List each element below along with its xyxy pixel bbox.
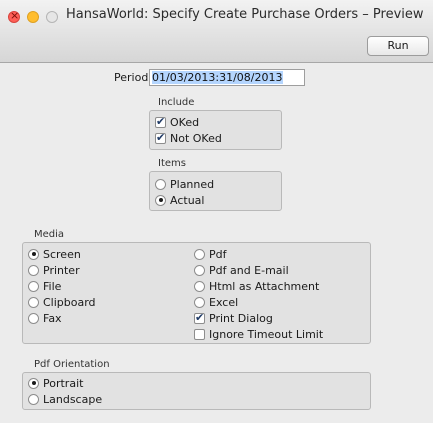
oked-checkbox[interactable] xyxy=(155,115,166,128)
oked-label: OKed xyxy=(170,115,200,129)
window-title: HansaWorld: Specify Create Purchase Orde… xyxy=(66,7,424,22)
ignore-timeout-checkbox[interactable] xyxy=(194,328,205,340)
landscape-radio[interactable] xyxy=(28,393,39,405)
not-oked-checkbox[interactable] xyxy=(155,131,166,144)
pdf-email-radio[interactable] xyxy=(194,264,205,276)
fax-radio[interactable] xyxy=(28,312,39,324)
pdf-label: Pdf xyxy=(209,247,227,261)
window-titlebar: HansaWorld: Specify Create Purchase Orde… xyxy=(0,0,433,63)
printer-radio[interactable] xyxy=(28,264,39,276)
media-screen-option[interactable]: Screen xyxy=(28,247,81,261)
pdf-radio[interactable] xyxy=(194,248,205,260)
include-group-title: Include xyxy=(158,97,195,108)
media-pdf-email-option[interactable]: Pdf and E-mail xyxy=(194,263,289,277)
minimize-window-icon[interactable] xyxy=(27,11,39,23)
landscape-option[interactable]: Landscape xyxy=(28,392,102,406)
html-attachment-radio[interactable] xyxy=(194,280,205,292)
include-not-oked-option[interactable]: Not OKed xyxy=(155,131,222,145)
print-dialog-option[interactable]: Print Dialog xyxy=(194,311,273,325)
screen-radio[interactable] xyxy=(28,248,39,260)
media-html-attachment-option[interactable]: Html as Attachment xyxy=(194,279,319,293)
print-dialog-label: Print Dialog xyxy=(209,311,273,325)
media-fax-option[interactable]: Fax xyxy=(28,311,62,325)
landscape-label: Landscape xyxy=(43,392,103,406)
pdf-orientation-group-title: Pdf Orientation xyxy=(34,359,110,370)
file-radio[interactable] xyxy=(28,280,39,292)
include-oked-option[interactable]: OKed xyxy=(155,115,199,129)
portrait-label: Portrait xyxy=(43,376,84,390)
media-clipboard-option[interactable]: Clipboard xyxy=(28,295,96,309)
actual-radio[interactable] xyxy=(155,194,166,206)
not-oked-label: Not OKed xyxy=(170,131,222,145)
html-attachment-label: Html as Attachment xyxy=(209,279,320,293)
media-group-title: Media xyxy=(34,229,65,240)
period-value: 01/03/2013:31/08/2013 xyxy=(152,71,283,84)
items-group-title: Items xyxy=(158,158,186,169)
media-excel-option[interactable]: Excel xyxy=(194,295,238,309)
close-window-icon[interactable] xyxy=(8,9,20,23)
excel-radio[interactable] xyxy=(194,296,205,308)
print-dialog-checkbox[interactable] xyxy=(194,311,205,324)
portrait-radio[interactable] xyxy=(28,377,39,389)
portrait-option[interactable]: Portrait xyxy=(28,376,83,390)
actual-label: Actual xyxy=(170,193,205,207)
clipboard-radio[interactable] xyxy=(28,296,39,308)
screen-label: Screen xyxy=(43,247,81,261)
fax-label: Fax xyxy=(43,311,62,325)
period-label: Period xyxy=(114,71,149,84)
planned-label: Planned xyxy=(170,177,215,191)
maximize-window-icon[interactable] xyxy=(46,11,58,23)
media-pdf-option[interactable]: Pdf xyxy=(194,247,227,261)
ignore-timeout-label: Ignore Timeout Limit xyxy=(209,327,324,341)
printer-label: Printer xyxy=(43,263,80,277)
file-label: File xyxy=(43,279,62,293)
period-input[interactable]: 01/03/2013:31/08/2013 xyxy=(149,69,305,86)
excel-label: Excel xyxy=(209,295,239,309)
items-planned-option[interactable]: Planned xyxy=(155,177,214,191)
ignore-timeout-option[interactable]: Ignore Timeout Limit xyxy=(194,327,323,341)
pdf-email-label: Pdf and E-mail xyxy=(209,263,289,277)
media-file-option[interactable]: File xyxy=(28,279,61,293)
run-button[interactable]: Run xyxy=(367,36,429,56)
media-printer-option[interactable]: Printer xyxy=(28,263,80,277)
clipboard-label: Clipboard xyxy=(43,295,96,309)
planned-radio[interactable] xyxy=(155,178,166,190)
items-actual-option[interactable]: Actual xyxy=(155,193,204,207)
